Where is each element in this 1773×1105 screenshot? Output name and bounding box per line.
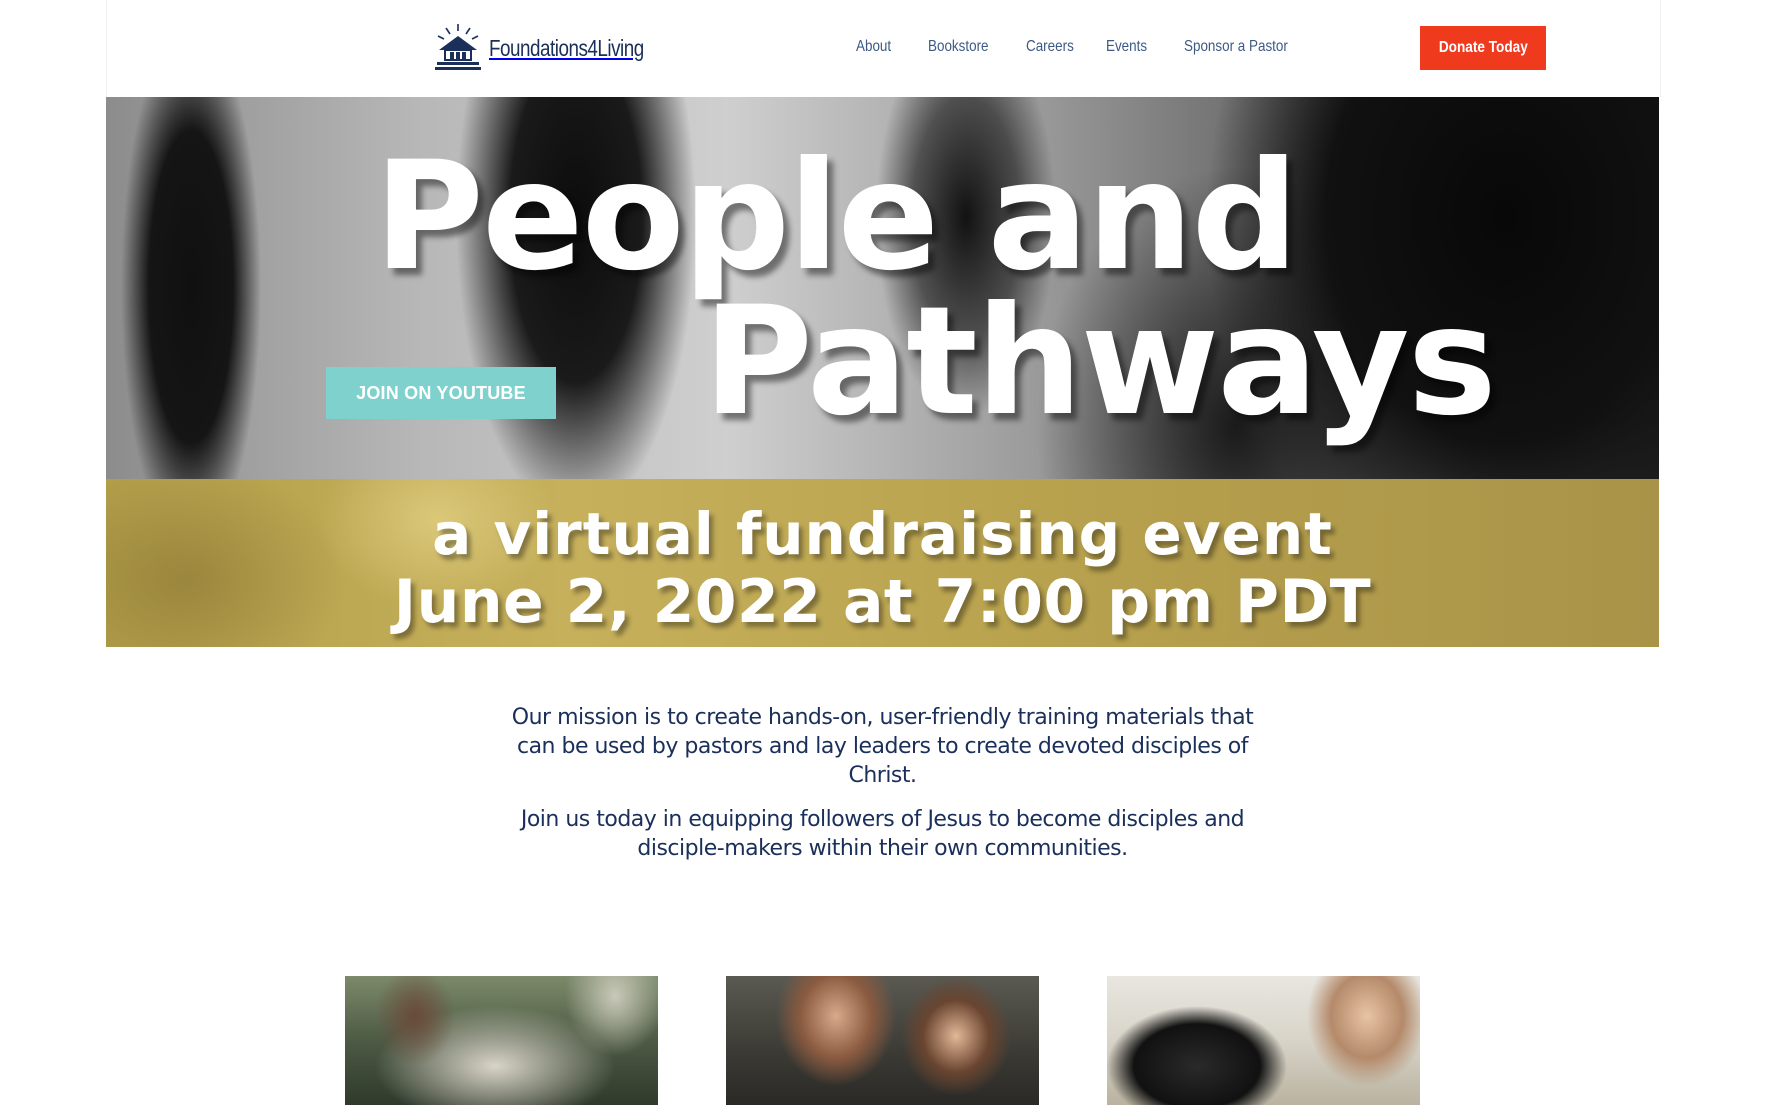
hero-title-line1: People and [374,130,1299,304]
card-image-group-study[interactable] [345,976,658,1105]
join-us-paragraph: Join us today in equipping followers of … [520,807,1245,861]
join-on-youtube-button[interactable]: JOIN ON YOUTUBE [326,367,556,419]
site-header: Foundations4Living About Bookstore Caree… [106,0,1661,97]
nav-bookstore[interactable]: Bookstore [928,38,989,56]
nav-events[interactable]: Events [1106,38,1147,56]
hero-subtitle: a virtual fundraising event [432,500,1333,568]
card-image-laughing-friends[interactable] [726,976,1039,1105]
card-image-man-with-laptop[interactable] [1107,976,1420,1105]
mission-statement: Our mission is to create hands-on, user-… [500,703,1265,863]
donate-button-label: Donate Today [1438,39,1528,56]
mission-paragraph: Our mission is to create hands-on, user-… [511,705,1254,788]
hero-event-date: June 2, 2022 at 7:00 pm PDT [393,567,1372,637]
nav-careers[interactable]: Careers [1026,38,1074,56]
nav-about[interactable]: About [856,38,891,56]
donate-button[interactable]: Donate Today [1420,26,1546,70]
hero-banner: People and Pathways JOIN ON YOUTUBE a vi… [106,97,1659,647]
hero-title-line2: Pathways [703,275,1497,449]
nav-sponsor-a-pastor[interactable]: Sponsor a Pastor [1184,38,1288,56]
